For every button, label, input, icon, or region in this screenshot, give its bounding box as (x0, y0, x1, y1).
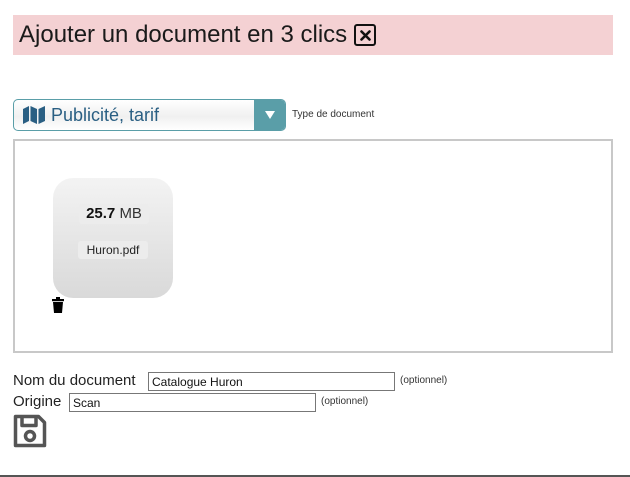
file-name: Huron.pdf (78, 241, 148, 259)
origin-row: Origine (optionnel) (13, 393, 368, 412)
file-size-value: 25.7 (86, 205, 116, 222)
chevron-down-icon (264, 111, 275, 119)
document-type-label: Type de document (292, 109, 375, 120)
map-icon (23, 106, 45, 129)
document-name-label: Nom du document (13, 372, 136, 389)
file-size-unit: MB (119, 205, 142, 222)
document-name-optional: (optionnel) (400, 375, 448, 386)
page-title: Ajouter un document en 3 clics (19, 21, 348, 48)
file-size: 25.7 MB (79, 204, 149, 224)
floppy-disk-icon[interactable] (12, 413, 48, 454)
origin-input[interactable] (69, 393, 316, 412)
document-name-input[interactable] (148, 372, 395, 391)
document-type-value: Publicité, tarif (51, 105, 160, 125)
trash-icon[interactable] (52, 297, 64, 318)
close-icon[interactable] (354, 24, 376, 46)
page-header: Ajouter un document en 3 clics (13, 15, 613, 55)
file-preview: 25.7 MB Huron.pdf (53, 178, 173, 298)
document-name-row: Nom du document (optionnel) (13, 372, 447, 391)
document-type-select[interactable]: Publicité, tarif (13, 99, 286, 131)
origin-optional: (optionnel) (321, 396, 369, 407)
origin-label: Origine (13, 393, 62, 410)
dropdown-button[interactable] (254, 100, 285, 130)
file-dropzone[interactable]: 25.7 MB Huron.pdf (13, 139, 613, 353)
